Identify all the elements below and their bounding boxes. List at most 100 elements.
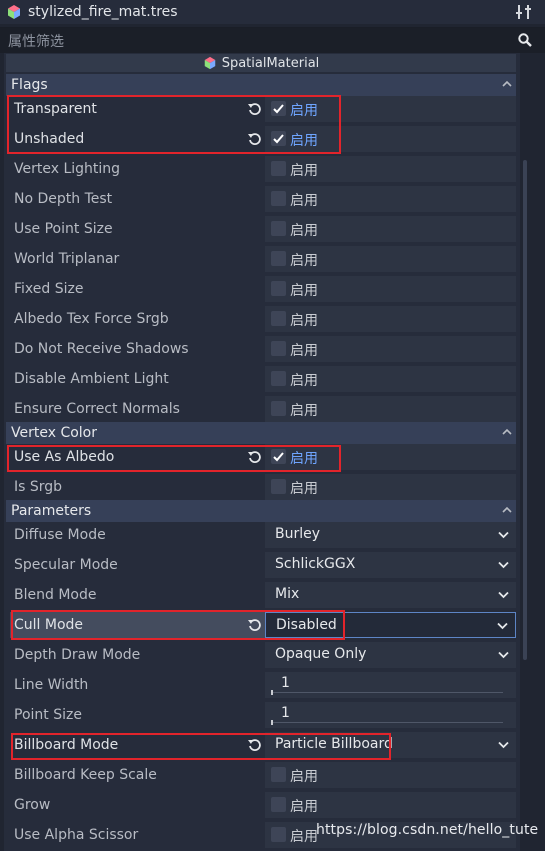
do-not-receive-shadows-checkbox[interactable]	[271, 341, 286, 356]
blend-mode-dropdown[interactable]: Mix	[265, 582, 516, 608]
row-no-depth-test: No Depth Test 启用	[10, 185, 516, 213]
depth-draw-mode-dropdown[interactable]: Opaque Only	[265, 642, 516, 668]
enable-label: 启用	[290, 253, 318, 269]
row-disable-ambient-light: Disable Ambient Light 启用	[10, 365, 516, 393]
property-label: Use Point Size	[14, 221, 113, 237]
chevron-down-icon	[498, 531, 509, 539]
property-label: Blend Mode	[14, 587, 97, 603]
value-field: 启用	[265, 246, 516, 272]
row-ensure-correct-normals: Ensure Correct Normals 启用	[10, 395, 516, 423]
specular-mode-dropdown[interactable]: SchlickGGX	[265, 552, 516, 578]
property-label: Vertex Lighting	[14, 161, 121, 177]
cube-icon	[8, 5, 20, 19]
row-line-width: Line Width 1	[10, 671, 516, 699]
collapse-icon	[502, 506, 512, 513]
value-field: 启用	[265, 762, 516, 788]
section-parameters-label: Parameters	[11, 503, 92, 519]
value-field: 启用	[265, 396, 516, 422]
property-label: World Triplanar	[14, 251, 120, 267]
section-vertex-color-label: Vertex Color	[11, 425, 98, 441]
row-blend-mode: Blend Mode Mix	[10, 581, 516, 609]
collapse-icon	[502, 80, 512, 87]
point-size-spinbox[interactable]: 1	[265, 702, 516, 728]
property-filter-input[interactable]: 属性筛选	[0, 27, 545, 53]
is-srgb-checkbox[interactable]	[271, 479, 286, 494]
section-vertex-color[interactable]: Vertex Color	[6, 422, 516, 444]
section-parameters[interactable]: Parameters	[6, 500, 516, 522]
collapse-icon	[502, 428, 512, 435]
slider-grabber[interactable]	[271, 690, 273, 695]
no-depth-test-checkbox[interactable]	[271, 191, 286, 206]
property-label: Use Alpha Scissor	[14, 827, 139, 843]
annotation-box-billboard	[11, 733, 391, 760]
value-field: 启用	[265, 792, 516, 818]
disable-ambient-light-checkbox[interactable]	[271, 371, 286, 386]
property-label: Billboard Keep Scale	[14, 767, 157, 783]
row-depth-draw-mode: Depth Draw Mode Opaque Only	[10, 641, 516, 669]
enable-label: 启用	[290, 403, 318, 419]
property-label: Fixed Size	[14, 281, 84, 297]
section-flags[interactable]: Flags	[6, 74, 516, 96]
enable-label: 启用	[290, 193, 318, 209]
vertex-lighting-checkbox[interactable]	[271, 161, 286, 176]
watermark: https://blog.csdn.net/hello_tute	[316, 822, 539, 838]
tools-icon[interactable]	[515, 3, 533, 21]
enable-label: 启用	[290, 283, 318, 299]
row-specular-mode: Specular Mode SchlickGGX	[10, 551, 516, 579]
value-field: 启用	[265, 366, 516, 392]
enable-label: 启用	[290, 829, 318, 845]
row-diffuse-mode: Diffuse Mode Burley	[10, 521, 516, 549]
world-triplanar-checkbox[interactable]	[271, 251, 286, 266]
file-title: stylized_fire_mat.tres	[28, 4, 178, 20]
row-world-triplanar: World Triplanar 启用	[10, 245, 516, 273]
chevron-down-icon	[498, 741, 509, 749]
value-field: 启用	[265, 186, 516, 212]
section-flags-label: Flags	[11, 77, 48, 93]
selected-value: Burley	[275, 526, 321, 542]
property-label: Disable Ambient Light	[14, 371, 169, 387]
material-class-header: SpatialMaterial	[6, 54, 516, 72]
annotation-box-cull	[11, 610, 345, 640]
fixed-size-checkbox[interactable]	[271, 281, 286, 296]
chevron-down-icon	[498, 651, 509, 659]
value-field: 启用	[265, 276, 516, 302]
property-label: Point Size	[14, 707, 82, 723]
enable-label: 启用	[290, 343, 318, 359]
selected-value: Mix	[275, 586, 300, 602]
annotation-box-flags	[7, 95, 341, 154]
filter-placeholder: 属性筛选	[8, 33, 64, 50]
grow-checkbox[interactable]	[271, 797, 286, 812]
billboard-keep-scale-checkbox[interactable]	[271, 767, 286, 782]
inspector-header: stylized_fire_mat.tres	[0, 0, 545, 24]
diffuse-mode-dropdown[interactable]: Burley	[265, 522, 516, 548]
property-label: Specular Mode	[14, 557, 118, 573]
line-width-spinbox[interactable]: 1	[265, 672, 516, 698]
property-label: Grow	[14, 797, 51, 813]
chevron-down-icon	[498, 561, 509, 569]
material-class-name: SpatialMaterial	[221, 55, 320, 71]
slider-track[interactable]	[271, 692, 503, 693]
spin-value: 1	[281, 675, 290, 691]
albedo-tex-force-srgb-checkbox[interactable]	[271, 311, 286, 326]
row-use-point-size: Use Point Size 启用	[10, 215, 516, 243]
property-label: Is Srgb	[14, 479, 63, 495]
use-point-size-checkbox[interactable]	[271, 221, 286, 236]
row-do-not-receive-shadows: Do Not Receive Shadows 启用	[10, 335, 516, 363]
chevron-down-icon	[498, 591, 509, 599]
vertical-scrollbar[interactable]	[523, 160, 527, 660]
selected-value: SchlickGGX	[275, 556, 356, 572]
use-alpha-scissor-checkbox[interactable]	[271, 827, 286, 842]
selected-value: Opaque Only	[275, 646, 367, 662]
enable-label: 启用	[290, 373, 318, 389]
enable-label: 启用	[290, 769, 318, 785]
value-field: 启用	[265, 474, 516, 500]
spin-value: 1	[281, 705, 290, 721]
slider-track[interactable]	[271, 722, 503, 723]
row-grow: Grow 启用	[10, 791, 516, 819]
slider-grabber[interactable]	[271, 720, 273, 725]
property-label: Do Not Receive Shadows	[14, 341, 189, 357]
spatial-material-icon	[204, 56, 215, 70]
ensure-correct-normals-checkbox[interactable]	[271, 401, 286, 416]
row-vertex-lighting: Vertex Lighting 启用	[10, 155, 516, 183]
annotation-box-albedo	[7, 445, 341, 472]
